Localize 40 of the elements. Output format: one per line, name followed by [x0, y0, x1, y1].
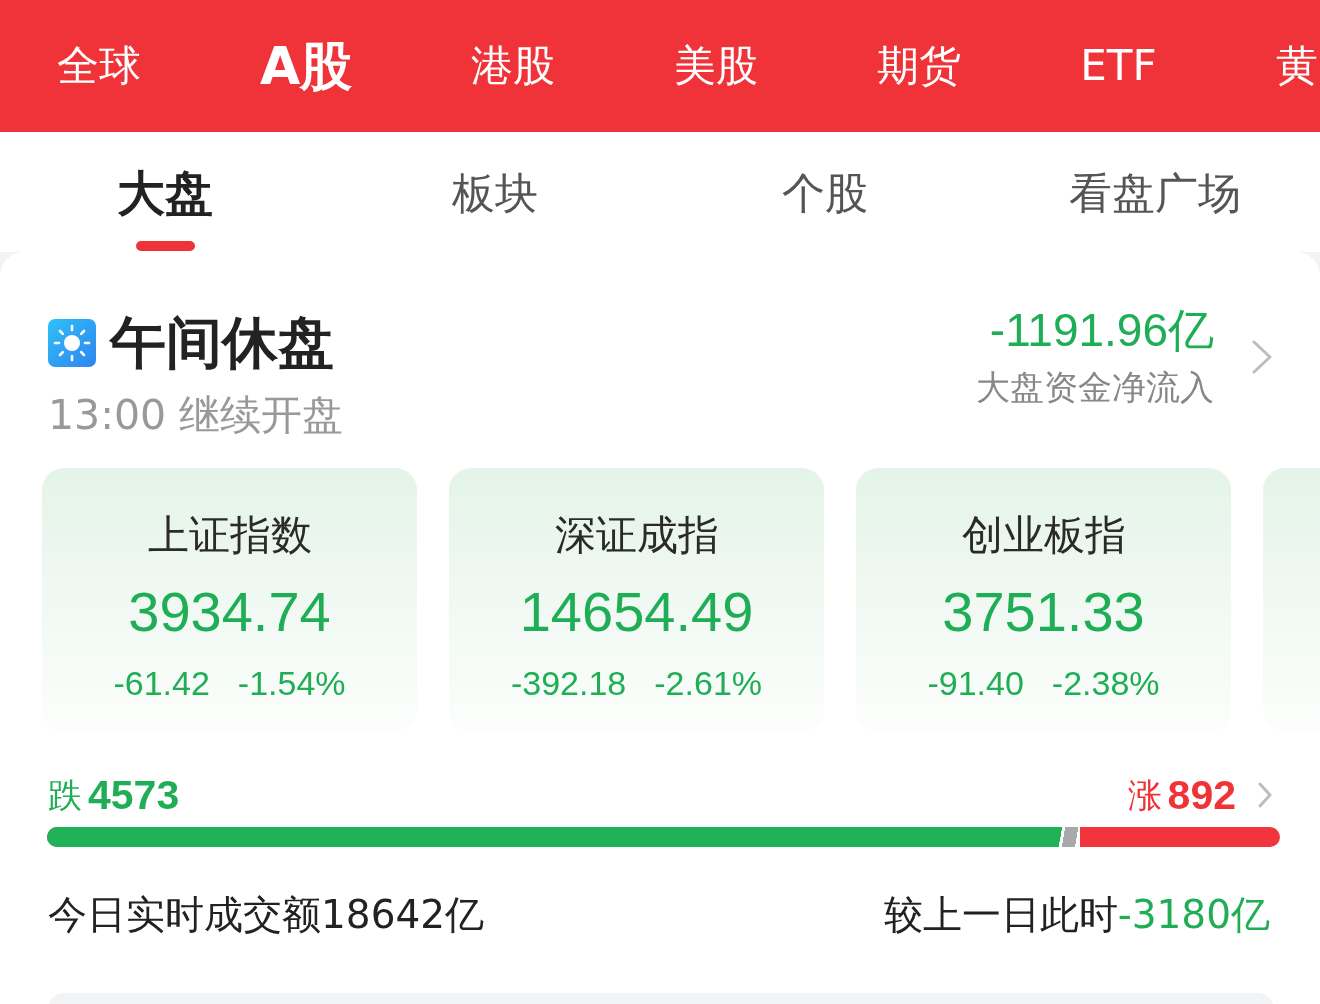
- market-tab[interactable]: A股: [260, 0, 353, 132]
- decline-count: 4573: [88, 771, 180, 820]
- index-card[interactable]: 上证指数 3934.74 -61.42 -1.54%: [42, 468, 417, 732]
- view-tab[interactable]: 板块: [452, 132, 538, 252]
- market-tab[interactable]: 黄: [1275, 0, 1318, 132]
- index-card[interactable]: 创业板指 3751.33 -91.40 -2.38%: [856, 468, 1231, 732]
- index-change: -91.40: [927, 663, 1024, 704]
- index-card[interactable]: 深证成指 14654.49 -392.18 -2.61%: [449, 468, 824, 732]
- index-change: -61.42: [113, 663, 210, 704]
- market-tab[interactable]: 港股: [471, 0, 556, 132]
- chevron-right-icon[interactable]: [1252, 339, 1272, 374]
- index-value: 14654.49: [519, 579, 754, 645]
- turnover-text: 今日实时成交额18642亿: [48, 891, 485, 939]
- sun-icon: [48, 319, 96, 367]
- market-tab[interactable]: 全球: [57, 0, 141, 132]
- decline-label: 跌: [48, 774, 82, 817]
- view-tab[interactable]: 大盘: [117, 132, 213, 252]
- net-inflow-value: -1191.96亿: [989, 304, 1214, 356]
- advance-label: 涨: [1127, 774, 1162, 817]
- index-value: 3751.33: [942, 579, 1145, 645]
- view-tab[interactable]: 看盘广场: [1069, 132, 1241, 252]
- net-inflow-label: 大盘资金净流入: [976, 366, 1214, 409]
- index-change-percent: -2.61%: [654, 663, 763, 704]
- index-value: 3934.74: [128, 579, 331, 645]
- advance-count: 892: [1167, 771, 1236, 820]
- market-tab[interactable]: 美股: [674, 0, 759, 132]
- index-change: -392.18: [510, 663, 627, 704]
- index-name: 创业板指: [961, 510, 1126, 561]
- index-name: 上证指数: [147, 510, 312, 561]
- index-name: 深证成指: [554, 510, 719, 561]
- index-change-percent: -2.38%: [1051, 663, 1160, 704]
- view-tab[interactable]: 个股: [782, 132, 868, 252]
- compare-value: -3180亿: [1117, 891, 1270, 939]
- index-change-percent: -1.54%: [237, 663, 346, 704]
- market-tab[interactable]: ETF: [1080, 0, 1157, 132]
- chevron-right-icon[interactable]: [1258, 782, 1272, 808]
- resume-note: 13:00 继续开盘: [48, 390, 344, 440]
- compare-label: 较上一日此时: [883, 891, 1118, 939]
- session-title: 午间休盘: [110, 311, 334, 375]
- market-tab[interactable]: 期货: [877, 0, 962, 132]
